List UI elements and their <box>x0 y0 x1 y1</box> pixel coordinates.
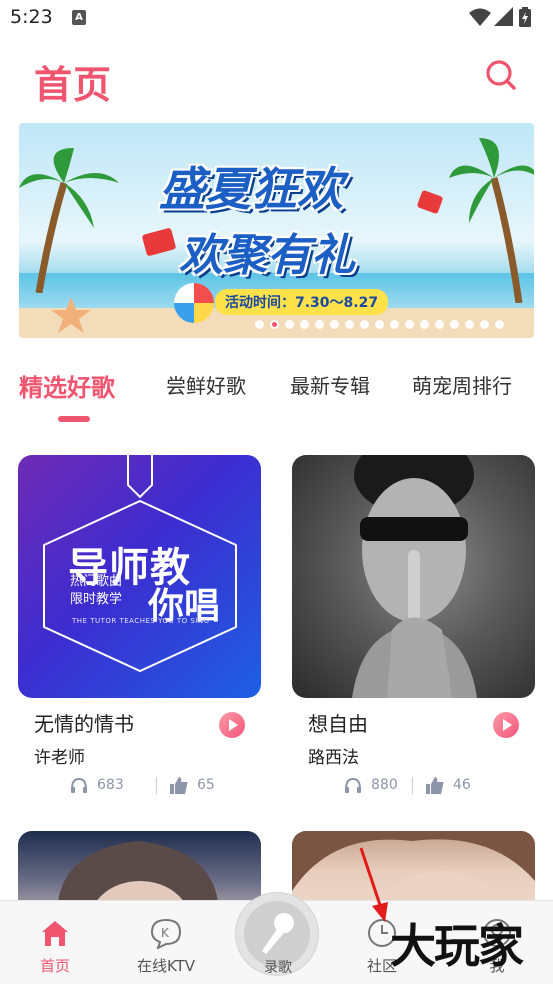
carousel-dot[interactable] <box>480 320 489 329</box>
ktv-icon-letter: K <box>161 926 170 940</box>
listen-count: 880 <box>371 777 398 793</box>
carousel-dot[interactable] <box>300 320 309 329</box>
headphones-icon <box>71 777 87 793</box>
carousel-dot[interactable] <box>420 320 429 329</box>
banner-date: 活动时间：7.30～8.27 <box>215 289 389 315</box>
notification-icon: A <box>72 10 86 25</box>
listen-count: 683 <box>97 777 124 793</box>
tab-active-indicator <box>58 416 90 422</box>
promo-banner[interactable]: 盛夏狂欢 欢聚有礼 活动时间：7.30～8.27 <box>19 123 534 338</box>
status-bar: 5:23 A <box>0 0 553 38</box>
tab-selected-songs[interactable]: 精选好歌 <box>19 368 115 403</box>
carousel-dot[interactable] <box>330 320 339 329</box>
song-title: 想自由 <box>308 712 368 736</box>
stat-divider <box>156 777 157 794</box>
record-label: 录歌 <box>264 960 292 976</box>
cover-text-line2a: 热门歌曲 <box>70 574 123 589</box>
song-title: 无情的情书 <box>34 712 134 736</box>
stat-divider <box>412 777 413 794</box>
banner-title-line2: 欢聚有礼 <box>179 230 355 281</box>
carousel-dot[interactable] <box>390 320 399 329</box>
song-card[interactable]: 导师教 热门歌曲 限时教学 你唱 THE TUTOR TEACHES YOU T… <box>18 455 261 805</box>
red-envelope-icon <box>141 227 177 257</box>
carousel-dot[interactable] <box>495 320 504 329</box>
carousel-dot[interactable] <box>435 320 444 329</box>
record-button[interactable]: 录歌 <box>235 892 319 976</box>
headphones-icon <box>345 777 361 793</box>
category-tabs: 精选好歌 尝鲜好歌 最新专辑 萌宠周排行 <box>0 360 553 422</box>
palm-tree-right-icon <box>449 138 534 303</box>
home-icon <box>42 921 68 946</box>
music-tag-icon <box>127 455 153 499</box>
red-envelope-icon <box>416 189 444 215</box>
watermark: 大玩家 <box>390 919 524 973</box>
carousel-dot[interactable] <box>360 320 369 329</box>
carousel-dot[interactable] <box>345 320 354 329</box>
carousel-dot[interactable] <box>465 320 474 329</box>
tab-latest-albums[interactable]: 最新专辑 <box>290 370 370 399</box>
portrait-silhouette <box>352 455 477 698</box>
search-button[interactable] <box>484 58 518 92</box>
carousel-dot[interactable] <box>315 320 324 329</box>
song-cover[interactable]: 导师教 热门歌曲 限时教学 你唱 THE TUTOR TEACHES YOU T… <box>18 455 261 698</box>
like-count: 65 <box>197 777 215 793</box>
thumbs-up-icon <box>170 777 188 794</box>
beach-ball-icon <box>174 283 214 323</box>
thumbs-up-icon <box>426 777 444 794</box>
status-icons <box>469 7 539 29</box>
play-button[interactable] <box>493 712 519 738</box>
banner-title-line1: 盛夏狂欢 <box>159 162 343 216</box>
ktv-chat-icon: K <box>150 918 182 949</box>
carousel-dot[interactable] <box>450 320 459 329</box>
carousel-dot[interactable] <box>270 320 279 329</box>
signal-icon <box>494 7 513 26</box>
palm-tree-left-icon <box>19 148 119 293</box>
search-icon <box>486 60 516 90</box>
tab-pet-weekly-ranking[interactable]: 萌宠周排行 <box>412 370 512 399</box>
like-count: 46 <box>453 777 471 793</box>
carousel-dot[interactable] <box>405 320 414 329</box>
starfish-icon <box>51 297 91 333</box>
nav-ktv-label: 在线KTV <box>136 957 196 975</box>
page-title: 首页 <box>34 63 113 107</box>
wifi-icon <box>469 8 491 26</box>
nav-home[interactable]: 首页 <box>10 901 100 984</box>
carousel-dot[interactable] <box>375 320 384 329</box>
tab-new-songs[interactable]: 尝鲜好歌 <box>166 370 246 399</box>
song-artist: 许老师 <box>34 748 85 768</box>
nav-home-label: 首页 <box>39 957 70 975</box>
nav-online-ktv[interactable]: K 在线KTV <box>121 901 211 984</box>
cover-tagline: THE TUTOR TEACHES YOU TO SING <box>72 617 210 625</box>
play-button[interactable] <box>219 712 245 738</box>
battery-icon <box>519 7 531 27</box>
carousel-dot[interactable] <box>255 320 264 329</box>
red-arrow-icon <box>359 847 388 922</box>
cover-text-line2: 热门歌曲 限时教学 <box>70 573 122 609</box>
cover-text-line2b: 限时教学 <box>70 592 123 607</box>
song-cover[interactable] <box>292 455 535 698</box>
carousel-dot[interactable] <box>285 320 294 329</box>
carousel-dots[interactable] <box>255 320 504 330</box>
status-time: 5:23 <box>10 6 53 28</box>
song-card[interactable]: 想自由 路西法 880 46 <box>292 455 535 805</box>
song-artist: 路西法 <box>308 748 359 768</box>
